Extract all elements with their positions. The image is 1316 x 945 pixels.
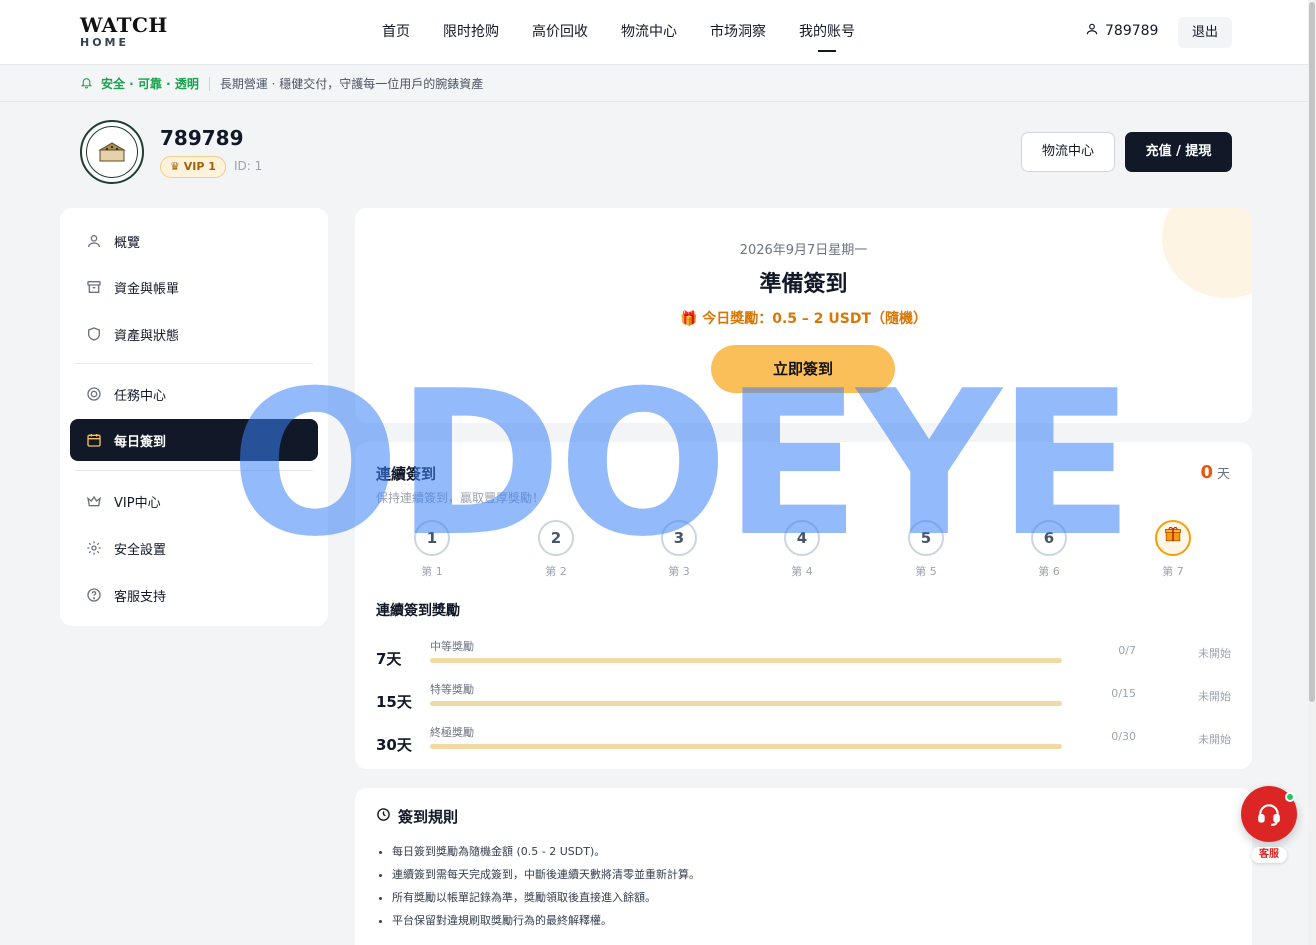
notice-safe: 安全 · 可靠 · 透明 (101, 77, 199, 91)
rules-card: 簽到規則 每日簽到獎勵為隨機金額 (0.5 - 2 USDT)。 連續簽到需每天… (355, 788, 1252, 945)
user-icon (85, 232, 103, 250)
rules-list: 每日簽到獎勵為隨機金額 (0.5 - 2 USDT)。 連續簽到需每天完成簽到，… (392, 840, 700, 932)
archive-icon (85, 278, 103, 296)
today-reward-text: 今日獎勵：0.5 – 2 USDT（隨機） (702, 311, 928, 327)
recharge-withdraw-button[interactable]: 充值 / 提現 (1125, 132, 1232, 172)
user-id: ID: 1 (234, 159, 263, 173)
logo[interactable]: WATCH HOME (80, 14, 168, 50)
avatar-inner (86, 126, 138, 178)
sidebar-item-label: 資產與狀態 (114, 328, 180, 344)
nav-flash-sale[interactable]: 限时抢购 (443, 0, 499, 65)
sidebar-item-label: 概覽 (114, 235, 141, 251)
reward-progress: 0/7 (1118, 644, 1136, 657)
checkin-title: 準備簽到 (759, 272, 848, 297)
sidebar-item-label: 每日簽到 (114, 434, 167, 450)
sidebar-item-label: 客服支持 (114, 589, 167, 605)
gift-icon (1165, 526, 1181, 542)
rules-title-text: 簽到規則 (398, 808, 459, 826)
rule-item: 連續簽到需每天完成簽到，中斷後連續天數將清零並重新計算。 (392, 863, 700, 886)
streak-count: 0天 (1200, 462, 1230, 483)
nav-market[interactable]: 市场洞察 (710, 0, 766, 65)
gear-icon (85, 539, 103, 557)
sidebar-item-overview[interactable]: 概覽 (70, 220, 318, 262)
user-menu[interactable]: 789789 (1085, 22, 1158, 40)
today-reward: 🎁 今日獎勵：0.5 – 2 USDT（隨機） (355, 308, 1252, 328)
sidebar-item-label: 資金與帳單 (114, 281, 180, 297)
clock-icon (376, 807, 391, 826)
sidebar-item-funds[interactable]: 資金與帳單 (70, 266, 318, 308)
day-label: 第 7 (1162, 565, 1184, 578)
day-7: 第 7 (1155, 520, 1191, 579)
reward-name: 終極獎勵 (430, 726, 474, 739)
crown-icon (85, 492, 103, 510)
nav-logistics[interactable]: 物流中心 (621, 0, 677, 65)
profile-username: 789789 (160, 126, 244, 150)
gift-icon: 🎁 (679, 311, 698, 327)
avatar[interactable] (80, 120, 144, 184)
scrollbar[interactable] (1308, 0, 1316, 945)
reward-row: 7天 中等獎勵 0/7 未開始 (376, 638, 1231, 674)
nav-home[interactable]: 首页 (382, 0, 410, 65)
sidebar-item-label: VIP中心 (114, 495, 161, 511)
vip-level: VIP 1 (183, 160, 216, 173)
reward-days: 30天 (376, 736, 412, 754)
reward-status: 未開始 (1198, 647, 1231, 660)
rule-item: 每日簽到獎勵為隨機金額 (0.5 - 2 USDT)。 (392, 840, 700, 863)
notice-divider (208, 76, 210, 91)
reward-row: 15天 特等獎勵 0/15 未開始 (376, 681, 1231, 717)
customer-service-button[interactable] (1241, 786, 1297, 842)
logout-button[interactable]: 退出 (1178, 17, 1232, 48)
reward-progress-bar (430, 701, 1062, 706)
reward-progress-bar (430, 658, 1062, 663)
online-dot (1285, 792, 1295, 802)
target-icon (85, 385, 103, 403)
bell-icon (80, 76, 93, 92)
reward-name: 中等獎勵 (430, 640, 474, 653)
reward-row: 30天 終極獎勵 0/30 未開始 (376, 724, 1231, 760)
reward-status: 未開始 (1198, 733, 1231, 746)
sidebar-item-label: 安全設置 (114, 542, 167, 558)
nav-my-account[interactable]: 我的账号 (799, 0, 855, 65)
main-nav: 首页 限时抢购 高价回收 物流中心 市场洞察 我的账号 (382, 0, 855, 65)
checkin-date: 2026年9月7日星期一 (739, 243, 868, 258)
header-username: 789789 (1105, 23, 1159, 39)
nav-recycle[interactable]: 高价回收 (532, 0, 588, 65)
watch-box-icon (98, 142, 126, 162)
notice-bar: 安全 · 可靠 · 透明 長期營運 · 穩健交付，守護每一位用戶的腕錶資產 (0, 66, 1316, 102)
logistics-button[interactable]: 物流中心 (1021, 132, 1115, 172)
customer-service-label[interactable]: 客服 (1251, 847, 1287, 863)
reward-progress: 0/15 (1111, 687, 1136, 700)
day-circle-gift (1155, 520, 1191, 556)
streak-count-unit: 天 (1216, 467, 1230, 482)
reward-status: 未開始 (1198, 690, 1231, 703)
top-header: WATCH HOME 首页 限时抢购 高价回收 物流中心 市场洞察 我的账号 7… (0, 0, 1316, 65)
reward-progress: 0/30 (1111, 730, 1136, 743)
crown-icon: ♛ (170, 160, 180, 173)
user-icon (1085, 22, 1099, 40)
help-icon (85, 586, 103, 604)
rewards-title: 連續簽到獎勵 (376, 603, 460, 619)
reward-progress-bar (430, 744, 1062, 749)
reward-days: 15天 (376, 693, 412, 711)
logo-sub: HOME (80, 36, 130, 49)
streak-count-value: 0 (1200, 462, 1213, 483)
rules-title: 簽到規則 (376, 806, 458, 827)
notice-text: 長期營運 · 穩健交付，守護每一位用戶的腕錶資產 (219, 77, 484, 91)
vip-badge: ♛ VIP 1 (160, 156, 226, 178)
rule-item: 平台保留對違規刷取獎勵行為的最終解釋權。 (392, 909, 700, 932)
rule-item: 所有獎勵以帳單記錄為準，獎勵領取後直接進入餘額。 (392, 886, 700, 909)
watermark: ODOEYE (230, 348, 1134, 581)
logo-main: WATCH (80, 13, 168, 37)
calendar-icon (85, 431, 103, 449)
reward-name: 特等獎勵 (430, 683, 474, 696)
reward-days: 7天 (376, 650, 402, 668)
sidebar-item-label: 任務中心 (114, 388, 167, 404)
scrollbar-thumb[interactable] (1309, 2, 1315, 702)
shield-icon (85, 325, 103, 343)
headset-icon (1258, 804, 1280, 826)
